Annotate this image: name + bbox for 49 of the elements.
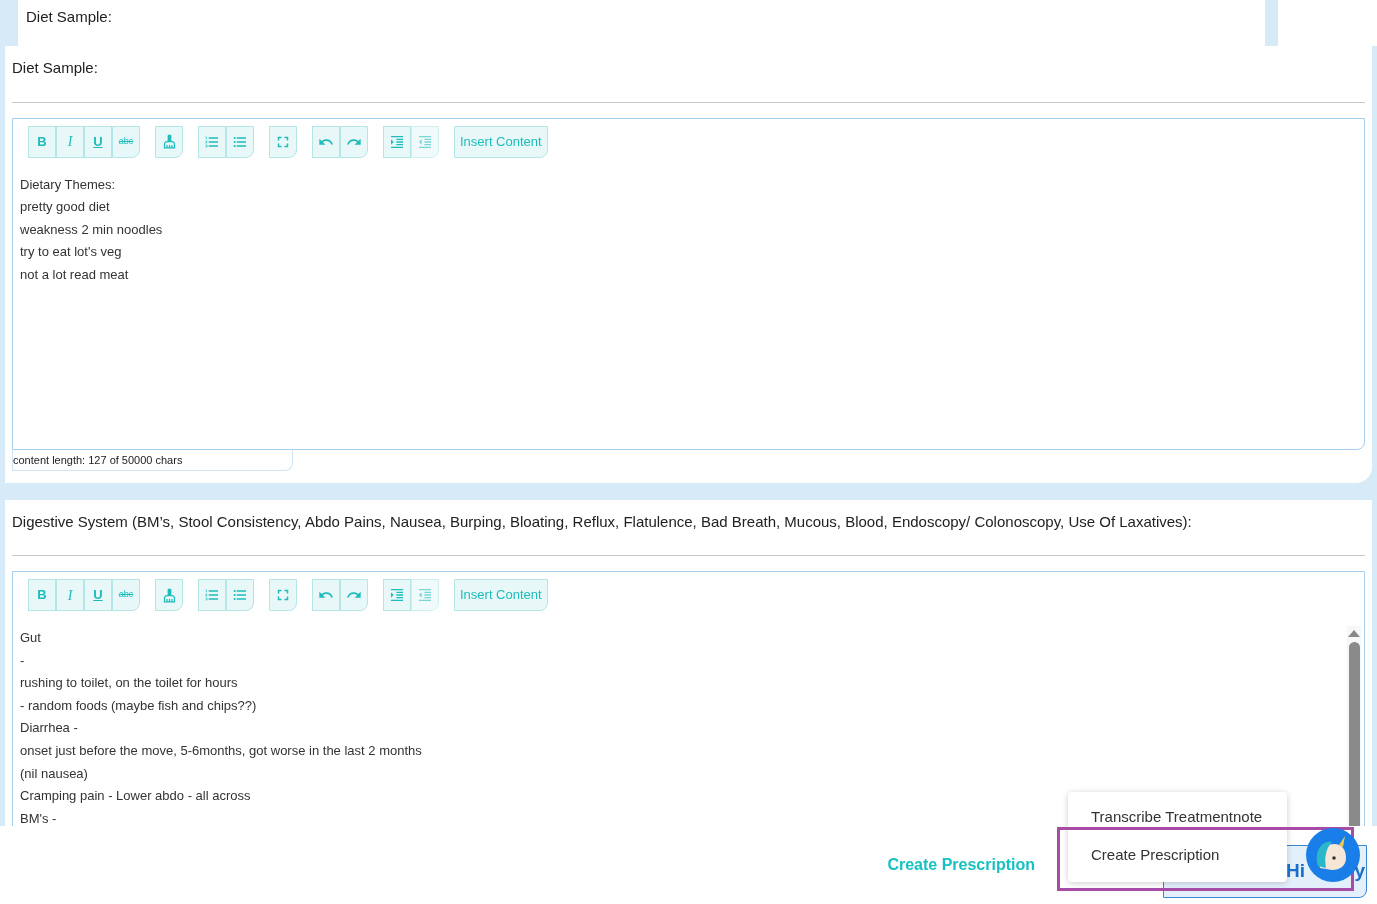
editor-text-line: (nil nausea) (20, 764, 88, 783)
editor-text-line: try to eat lot's veg (20, 243, 122, 262)
bold-button[interactable]: B (28, 579, 56, 611)
indent-icon[interactable] (383, 125, 411, 158)
editor-text-line: BM's - (20, 809, 57, 826)
menu-item[interactable]: Transcribe Treatmentnote (1068, 806, 1287, 844)
redo-icon[interactable] (340, 125, 368, 158)
bullet-list-icon[interactable] (226, 579, 254, 611)
menu-item[interactable]: Create Prescription (1068, 844, 1287, 882)
italic-button[interactable]: I (56, 579, 84, 611)
content-length-text: content length: 127 of 50000 chars (12, 449, 293, 471)
editor-text-line: Dietary Themes: (20, 175, 116, 194)
bullet-list-icon[interactable] (226, 125, 254, 158)
editor-text-line: - (20, 651, 25, 670)
numbered-list-icon[interactable] (198, 579, 226, 611)
editor-text-line: pretty good diet (20, 198, 110, 217)
underline-button[interactable]: U (84, 125, 112, 158)
editor-text-line: not a lot read meat (20, 265, 129, 284)
text-editor[interactable] (12, 571, 1365, 826)
outdent-icon[interactable] (411, 125, 439, 158)
editor-text-line: Cramping pain - Lower abdo - all across (20, 787, 251, 806)
numbered-list-icon[interactable] (198, 125, 226, 158)
underline-button[interactable]: U (84, 579, 112, 611)
italic-button[interactable]: I (56, 125, 84, 158)
section-title: Digestive System (BM’s, Stool Consistency, Abdo Pains, Nausea, Burping, Bloating, Reflux, Flatulence, Bad Breath, Mucous, Blood, Endoscopy/ Colonoscopy, Use Of Laxatives): (12, 511, 1193, 532)
editor-text-line: Gut (20, 629, 41, 647)
editor-text-line: Diarrhea - (20, 719, 78, 738)
scrollbar[interactable] (1347, 626, 1361, 826)
section-title: Diet Sample: (12, 58, 99, 78)
fullscreen-icon[interactable] (269, 125, 297, 158)
undo-icon[interactable] (312, 579, 340, 611)
editor-text-line: rushing to toilet, on the toilet for hours (20, 674, 238, 693)
insert-content-button[interactable]: Insert Content (454, 579, 548, 611)
insert-content-button[interactable]: Insert Content (454, 125, 548, 158)
strikethrough-button[interactable]: abc (112, 579, 140, 611)
fullscreen-icon[interactable] (269, 579, 297, 611)
scroll-thumb[interactable] (1348, 642, 1360, 826)
editor-text-line: weakness 2 min noodles (20, 220, 163, 239)
strikethrough-button[interactable]: abc (112, 125, 140, 158)
text-editor[interactable]: B I U abc Insert Content Dietary Themes: pretty good diet weakness 2 min noodles try to eat lot's veg not a lot read meat (12, 117, 1365, 450)
header-title: Diet Sample: (26, 8, 112, 25)
outdent-icon[interactable] (411, 579, 439, 611)
redo-icon[interactable] (340, 579, 368, 611)
editor-text-line: onset just before the move, 5-6months, got worse in the last 2 months (20, 741, 422, 760)
indent-icon[interactable] (383, 579, 411, 611)
editor-text-line: - random foods (maybe fish and chips??) (20, 696, 257, 715)
undo-icon[interactable] (312, 125, 340, 158)
create-prescription-link[interactable]: Create Prescription (887, 853, 1035, 877)
bold-button[interactable]: B (28, 125, 56, 158)
